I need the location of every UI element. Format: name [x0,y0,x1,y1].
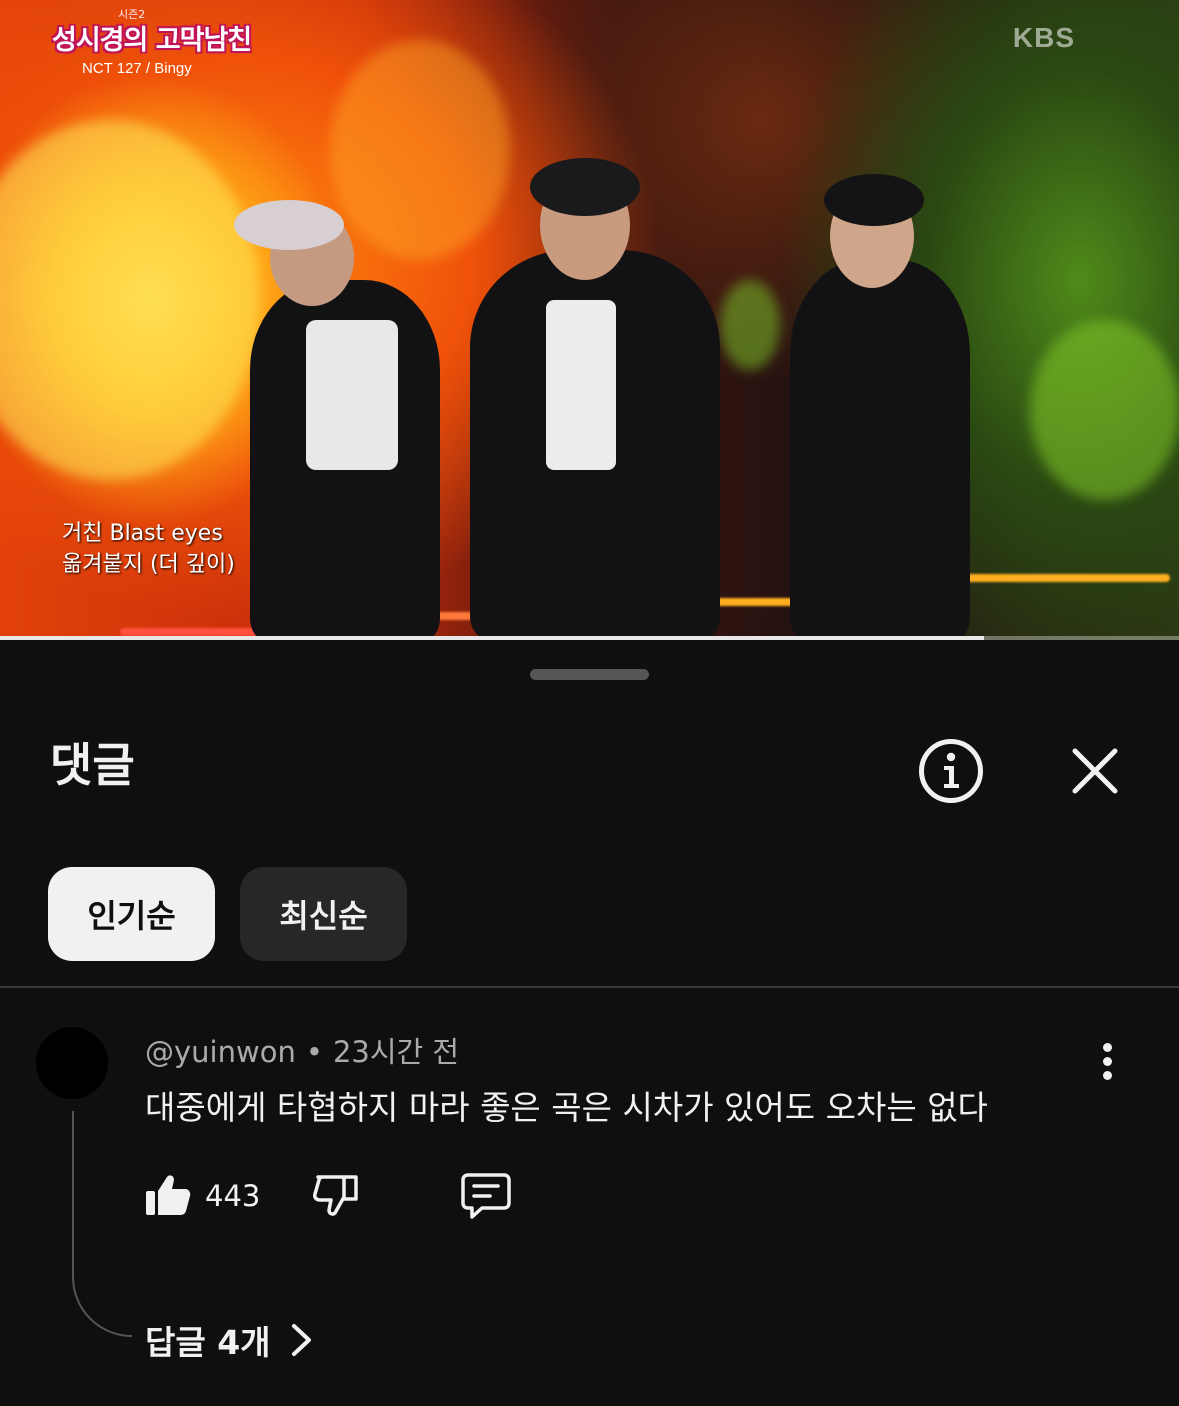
performer-center [470,158,720,640]
drag-handle[interactable] [530,669,649,680]
sheet-title: 댓글 [50,738,135,792]
lyric-line-1: 거친 Blast eyes [62,521,223,546]
show-subtitle: NCT 127 / Bingy [82,60,192,77]
broadcaster-logo: KBS [1012,22,1075,53]
avatar[interactable] [36,1027,108,1099]
info-icon[interactable] [918,738,984,804]
comments-sheet: 댓글 인기순 최신순 @yuinwon • 23시간 전 대중에게 타협하지 마라 … [0,645,1179,1406]
comment-author[interactable]: @yuinwon [145,1035,296,1069]
divider [0,986,1179,988]
replies-label: 답글 4개 [145,1323,271,1362]
performer-left [234,200,440,640]
meta-separator: • [305,1035,323,1069]
comment-text: 대중에게 타협하지 마라 좋은 곡은 시차가 있어도 오차는 없다 [145,1088,988,1127]
stage-light [720,280,780,370]
more-vert-icon[interactable] [1092,1043,1122,1085]
reply-icon[interactable] [460,1171,512,1221]
video-player[interactable]: 시즌2 성시경의 고막남친 NCT 127 / Bingy KBS 거친 Bla… [0,0,1179,640]
performer-right [790,174,970,640]
stage-light [1030,320,1179,500]
performer-shirt [306,320,398,470]
performer-hair [234,200,344,250]
comment-meta: @yuinwon • 23시간 전 [145,1029,459,1071]
stage-light [330,40,510,260]
like-count: 443 [205,1179,261,1213]
video-progress-fill [0,636,985,640]
floor-light [120,628,260,636]
sort-chip-top[interactable]: 인기순 [48,867,215,961]
show-logo: 성시경의 고막남친 [52,25,252,56]
close-icon[interactable] [1068,744,1122,798]
screen: 시즌2 성시경의 고막남친 NCT 127 / Bingy KBS 거친 Bla… [0,0,1179,1406]
lyric-line-2: 옮겨붙지 (더 깊이) [62,552,235,577]
comment-time: 23시간 전 [332,1035,460,1069]
sort-chip-newest[interactable]: 최신순 [240,867,407,961]
video-progress-bar[interactable] [0,636,1179,640]
performer-shirt [546,300,616,470]
stage-light [0,120,260,480]
performer-hair [824,174,924,226]
thread-line [72,1111,132,1337]
chevron-right-icon [291,1324,311,1356]
thumbs-down-icon[interactable] [312,1171,360,1219]
view-replies-button[interactable]: 답글 4개 [145,1316,315,1364]
performer-hair [530,158,640,216]
thumbs-up-icon[interactable] [144,1171,192,1219]
